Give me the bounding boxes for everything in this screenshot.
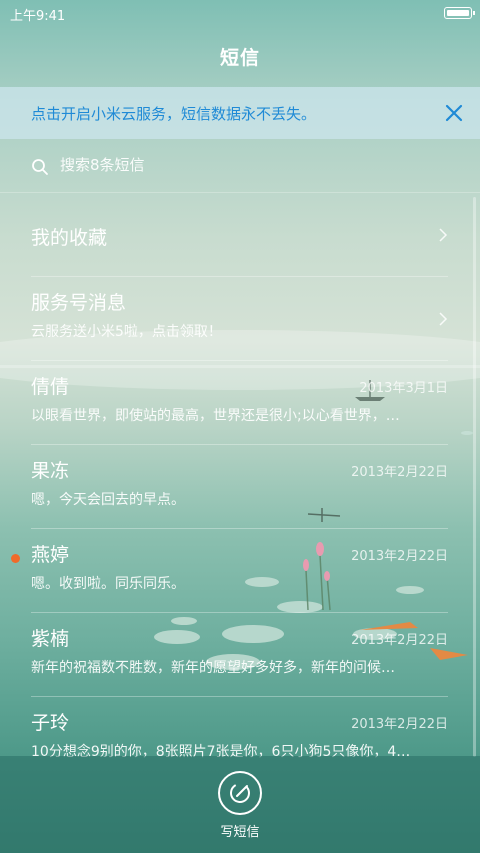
conversation-name: 子玲	[31, 712, 70, 734]
compose-icon	[230, 783, 250, 803]
conversation-name: 紫楠	[31, 628, 70, 650]
scrollbar[interactable]	[473, 197, 476, 757]
close-icon[interactable]	[442, 101, 466, 125]
cloud-service-banner[interactable]: 点击开启小米云服务，短信数据永不丢失。	[0, 87, 480, 139]
conversation-name: 我的收藏	[31, 227, 108, 249]
compose-label[interactable]: 写短信	[0, 821, 480, 840]
conversation-preview: 云服务送小米5啦，点击领取！	[31, 324, 222, 340]
list-item[interactable]: 倩倩 2013年3月1日 以眼看世界，即使站的最高，世界还是很小;以心看世界，…	[0, 361, 480, 445]
search-input[interactable]	[58, 155, 442, 175]
search-bar[interactable]	[0, 142, 480, 193]
list-item[interactable]: 紫楠 2013年2月22日 新年的祝福数不胜数，新年的愿望好多好多，新年的问候…	[0, 613, 480, 697]
battery-icon	[444, 7, 475, 19]
conversation-name: 服务号消息	[31, 292, 127, 314]
unread-dot	[11, 554, 20, 563]
search-icon	[32, 159, 48, 175]
conversation-date: 2013年3月1日	[359, 381, 448, 396]
conversation-preview: 嗯，今天会回去的早点。	[31, 492, 185, 508]
chevron-right-icon	[439, 228, 448, 242]
conversation-name: 果冻	[31, 460, 70, 482]
list-item[interactable]: 果冻 2013年2月22日 嗯，今天会回去的早点。	[0, 445, 480, 529]
compose-button[interactable]	[218, 771, 262, 815]
conversation-date: 2013年2月22日	[351, 633, 448, 648]
chevron-right-icon	[439, 312, 448, 326]
page-title: 短信	[219, 46, 260, 69]
bottom-action-bar: 写短信	[0, 756, 480, 853]
status-bar: 上午9:41	[0, 0, 480, 26]
conversation-date: 2013年2月22日	[351, 549, 448, 564]
status-time: 上午9:41	[10, 9, 66, 24]
conversation-date: 2013年2月22日	[351, 717, 448, 732]
conversation-name: 燕婷	[31, 544, 70, 566]
conversation-list: 我的收藏 服务号消息 云服务送小米5啦，点击领取！ 倩倩 2013年3月1日 以…	[0, 193, 480, 781]
conversation-preview: 嗯。收到啦。同乐同乐。	[31, 576, 185, 592]
conversation-name: 倩倩	[31, 376, 70, 398]
banner-text[interactable]: 点击开启小米云服务，短信数据永不丢失。	[31, 103, 316, 124]
conversation-preview: 新年的祝福数不胜数，新年的愿望好多好多，新年的问候…	[31, 660, 395, 676]
list-item-service-messages[interactable]: 服务号消息 云服务送小米5啦，点击领取！	[0, 277, 480, 361]
title-bar: 短信	[0, 26, 480, 86]
conversation-preview: 以眼看世界，即使站的最高，世界还是很小;以心看世界，…	[31, 408, 400, 424]
list-item-favorites[interactable]: 我的收藏	[0, 193, 480, 277]
conversation-date: 2013年2月22日	[351, 465, 448, 480]
list-item[interactable]: 燕婷 2013年2月22日 嗯。收到啦。同乐同乐。	[0, 529, 480, 613]
